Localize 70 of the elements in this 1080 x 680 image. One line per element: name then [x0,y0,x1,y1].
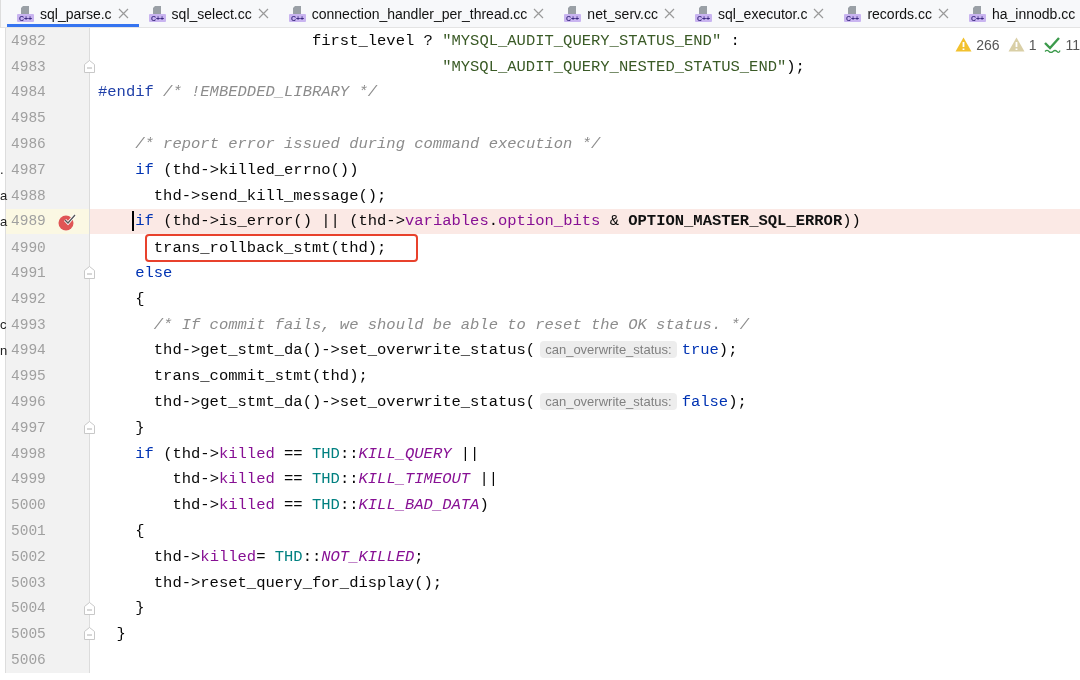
warning-icon[interactable] [955,37,973,52]
fold-icon[interactable] [84,601,95,615]
problem-count: 266 [976,36,1000,53]
problem-count: 11 [1065,36,1080,53]
code-line: if (thd->killed_errno()) [135,160,359,179]
code-line: trans_commit_stmt(thd); [153,367,368,386]
line-number: 4984 [10,84,46,101]
code-line: "MYSQL_AUDIT_QUERY_NESTED_STATUS_END"); [442,57,805,76]
line-number: 4983 [10,58,46,75]
code-line: } [135,418,145,437]
close-icon[interactable] [938,8,949,19]
line-number: 5003 [10,574,46,591]
line-number: 5006 [10,652,46,668]
line-number: 4991 [10,265,46,282]
code-line: thd->killed= THD::NOT_KILLED; [153,547,424,566]
panel-text-fragment: a [0,213,8,229]
line-number: 4982 [10,32,46,49]
code-line: } [116,625,126,644]
code-line: thd->killed == THD::KILL_TIMEOUT || [172,470,498,489]
close-icon[interactable] [257,8,269,19]
line-number: 4988 [10,187,46,204]
code-line: if (thd->killed == THD::KILL_QUERY || [135,444,480,463]
line-number: 5000 [10,497,46,514]
code-line: else [135,264,173,283]
fold-icon[interactable] [84,627,95,641]
code-line: { [135,522,145,541]
line-number: 4998 [10,445,46,462]
line-number: 5005 [10,626,46,643]
fold-icon[interactable] [84,59,95,73]
line-number: 4995 [10,368,46,385]
code-line: /* If commit fails, we should be able to reset the OK status. */ [153,315,750,334]
code-line: thd->send_kill_message(); [153,186,387,205]
line-number: 4993 [10,316,46,333]
problem-count: 1 [1028,36,1037,53]
code-line: thd->get_stmt_da()->set_overwrite_status( can_overwrite_status: false); [153,393,747,412]
line-number: 4996 [10,394,46,411]
panel-text-fragment: . [0,162,4,178]
line-number: 4992 [10,290,46,307]
fold-icon[interactable] [84,266,95,280]
line-number: 4985 [10,110,46,127]
line-number: 5004 [10,600,46,617]
panel-text-fragment: a [0,188,8,204]
code-line: thd->killed == THD::KILL_BAD_DATA) [172,496,489,515]
line-number: 5002 [10,548,46,565]
panel-text-fragment: c [0,317,7,333]
line-number: 5001 [10,523,46,540]
line-number: 4999 [10,471,46,488]
close-icon[interactable] [117,8,129,19]
panel-text-fragment: n [0,342,8,358]
breakpoint-icon[interactable] [57,212,77,231]
code-line: { [135,289,145,308]
line-number: 4994 [10,342,46,359]
code-line: } [135,599,145,618]
close-icon[interactable] [663,8,675,19]
fold-icon[interactable] [84,420,95,434]
line-number: 4989 [10,213,46,230]
code-line: thd->reset_query_for_display(); [153,573,443,592]
warning-icon[interactable] [1007,37,1025,52]
close-icon[interactable] [813,8,825,19]
code-line: thd->get_stmt_da()->set_overwrite_status( can_overwrite_status: true); [153,341,738,360]
line-number: 4986 [10,136,46,153]
code-line: if (thd->is_error() || (thd->variables.option_bits & OPTION_MASTER_SQL_ERROR)) [135,212,861,231]
code-line: #endif /* !EMBEDDED_LIBRARY */ [98,83,378,102]
line-number: 4997 [10,419,46,436]
close-icon[interactable] [533,8,545,19]
code-line: /* report error issued during command execution */ [135,135,601,154]
code-line: first_level ? "MYSQL_AUDIT_QUERY_STATUS_END" : [311,31,740,50]
line-number: 4987 [10,161,46,178]
check-icon[interactable] [1044,36,1062,53]
line-number: 4990 [10,240,46,257]
